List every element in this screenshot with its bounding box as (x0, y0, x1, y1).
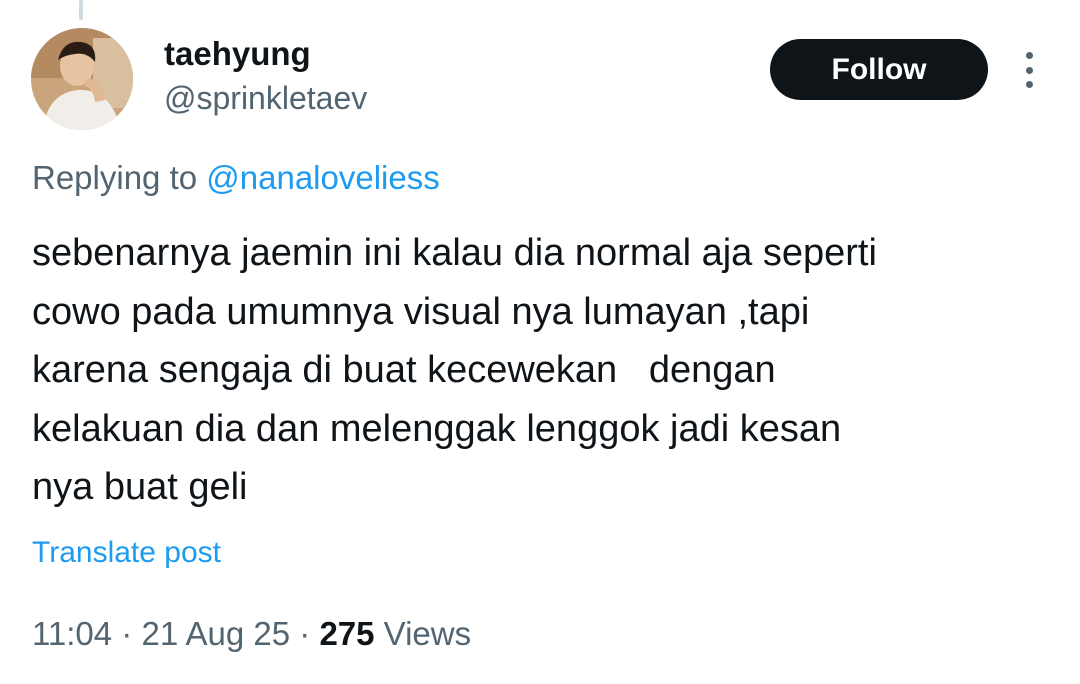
tweet-text-line: cowo pada umumnya visual nya lumayan ,ta… (32, 290, 810, 333)
more-options-button[interactable] (1012, 48, 1046, 92)
tweet-text: sebenarnya jaemin ini kalau dia normal a… (32, 224, 1052, 517)
meta-separator: · (290, 615, 320, 652)
tweet-time[interactable]: 11:04 (32, 615, 112, 652)
follow-button[interactable]: Follow (770, 39, 988, 100)
vertical-ellipsis-icon (1025, 81, 1033, 88)
thread-connector-line (79, 0, 83, 20)
user-handle[interactable]: @sprinkletaev (164, 78, 367, 118)
display-name[interactable]: taehyung (164, 34, 311, 74)
tweet-text-line: sebenarnya jaemin ini kalau dia normal a… (32, 232, 877, 274)
replying-to-line: Replying to @nanaloveliess (32, 158, 440, 198)
mention-link[interactable]: @nanaloveliess (206, 159, 439, 196)
tweet-text-line: kelakuan dia dan melenggak lenggok jadi … (32, 407, 842, 450)
tweet-date[interactable]: 21 Aug 25 (141, 615, 290, 652)
translate-post-link[interactable]: Translate post (32, 534, 221, 572)
avatar[interactable] (31, 28, 133, 130)
views-label[interactable]: Views (375, 615, 471, 652)
vertical-ellipsis-icon (1025, 52, 1033, 59)
meta-separator: · (112, 615, 142, 652)
tweet-text-line: nya buat geli (32, 466, 248, 508)
avatar-photo (31, 28, 133, 130)
vertical-ellipsis-icon (1025, 66, 1033, 74)
tweet-metadata: 11:04 · 21 Aug 25 · 275 Views (32, 613, 471, 655)
views-count[interactable]: 275 (319, 615, 374, 652)
replying-to-label: Replying to (32, 159, 207, 196)
tweet-text-line: karena sengaja di buat kecewekan dengan (32, 349, 776, 391)
